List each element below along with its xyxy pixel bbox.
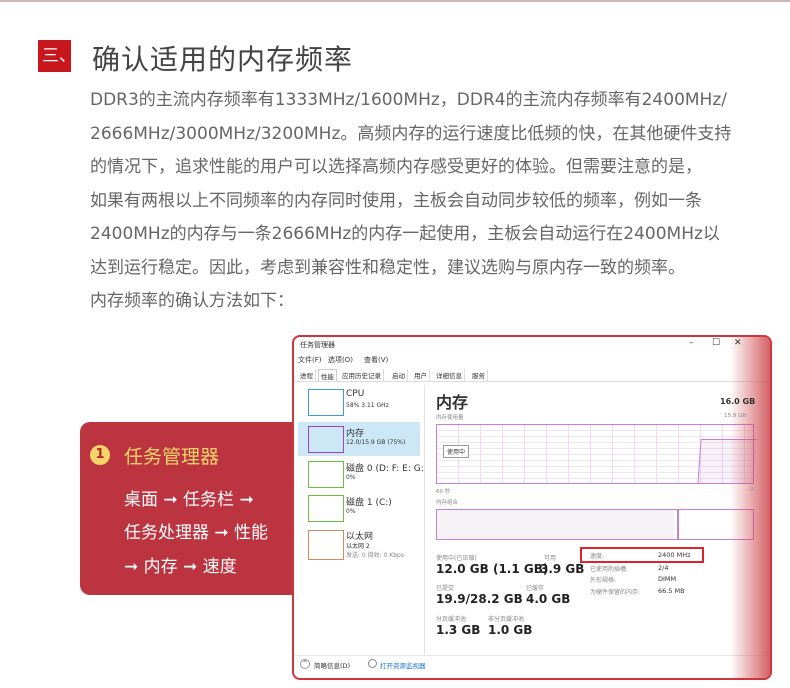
text-line: 2400MHz的内存与一条2666MHz的内存一起使用，主板会自动运行在2400… <box>90 224 720 244</box>
body-paragraph: DDR3的主流内存频率有1333MHz/1600MHz，DDR4的主流内存频率有… <box>90 84 790 319</box>
stat-value: 19.9/28.2 GB <box>436 592 523 606</box>
stat-label: 已提交 <box>436 585 455 592</box>
tab-users[interactable]: 用户 <box>412 369 430 381</box>
text-line: DDR3的主流内存频率有1333MHz/1600MHz，DDR4的主流内存频率有… <box>90 90 727 110</box>
detail-label: 为硬件保留的内存: <box>590 589 641 596</box>
tab-services[interactable]: 服务 <box>470 369 488 381</box>
cpu-thumbnail <box>308 389 344 416</box>
sidebar-sub: 发送: 0 接收: 0 Kbps <box>346 552 404 559</box>
detail-label: 外形规格: <box>590 577 617 584</box>
sidebar-sub: 0% <box>346 474 356 481</box>
ethernet-thumbnail <box>308 530 344 560</box>
step-line: 任务处理器 ➞ 性能 <box>124 523 269 543</box>
task-manager-window: 任务管理器 – ☐ ✕ 文件(F) 选项(O) 查看(V) 进程 性能 应用历史… <box>292 335 772 680</box>
text-line: 如果有两根以上不同频率的内存同时使用，主板会自动同步较低的频率，例如一条 <box>90 190 702 211</box>
stat-label: 非分页缓冲池 <box>488 616 525 623</box>
menu-file[interactable]: 文件(F) <box>298 355 322 365</box>
sidebar-label: 磁盘 0 (D: F: E: G: <box>346 464 424 474</box>
speed-value: 2400 MHz <box>658 551 691 559</box>
menu-options[interactable]: 选项(O) <box>328 355 353 365</box>
chevron-up-icon[interactable]: ^ <box>300 659 310 669</box>
tab-processes[interactable]: 进程 <box>298 369 316 381</box>
step-line: 桌面 ➞ 任务栏 ➞ <box>124 490 254 510</box>
memory-composition-bar <box>436 509 754 540</box>
window-title: 任务管理器 <box>300 341 335 349</box>
memory-heading: 内存 <box>436 393 469 412</box>
sidebar-sub: 0% <box>346 508 356 515</box>
graph-zero: 0 <box>750 487 754 493</box>
top-divider <box>0 0 790 2</box>
stat-value: 4.0 GB <box>526 592 571 606</box>
usage-fill <box>697 439 757 484</box>
time-label: 60 秒 <box>436 489 451 495</box>
sidebar-sub: 58% 3.11 GHz <box>346 402 389 409</box>
stat-value: 3.9 GB <box>540 562 585 576</box>
tab-performance[interactable]: 性能 <box>318 369 337 381</box>
sidebar-item-cpu[interactable]: CPU 58% 3.11 GHz <box>298 387 420 417</box>
memory-total: 16.0 GB <box>720 397 756 406</box>
fewer-details-button[interactable]: 简略信息(D) <box>314 660 350 670</box>
sidebar-item-disk0[interactable]: 磁盘 0 (D: F: E: G: 0% <box>298 458 424 490</box>
sidebar-label: 磁盘 1 (C:) <box>346 498 392 508</box>
sidebar-label: 内存 <box>346 429 365 439</box>
window-edge-fade <box>730 337 770 678</box>
step-line: ➞ 内存 ➞ 速度 <box>124 557 237 577</box>
detail-value: 66.5 MB <box>658 587 685 595</box>
disk-thumbnail <box>308 461 344 488</box>
sidebar-sub: 以太网 2 <box>346 543 370 550</box>
resource-monitor-icon <box>368 659 377 668</box>
tab-app-history[interactable]: 应用历史记录 <box>340 369 384 381</box>
stat-label: 使用中(已压缩) <box>436 555 477 562</box>
callout-title: 任务管理器 <box>124 446 220 468</box>
detail-label: 速度: <box>590 553 605 560</box>
usage-label: 内存使用量 <box>436 415 464 421</box>
close-button[interactable]: ✕ <box>734 338 742 348</box>
section-number: 三、 <box>38 40 76 72</box>
sidebar-item-disk1[interactable]: 磁盘 1 (C:) 0% <box>298 492 420 524</box>
sidebar-item-memory[interactable]: 内存 12.0/15.9 GB (75%) <box>298 422 420 456</box>
composition-label: 内存组合 <box>436 500 459 506</box>
step-number-badge: 1 <box>90 445 110 465</box>
menu-view[interactable]: 查看(V) <box>364 355 388 365</box>
tab-startup[interactable]: 启动 <box>390 369 408 381</box>
text-line: 2666MHz/3000MHz/3200MHz。高频内存的运行速度比低频的快，在… <box>90 123 732 144</box>
stat-label: 分页缓冲池 <box>436 616 467 623</box>
stat-label: 已缓存 <box>526 585 545 592</box>
usage-max: 15.9 GB <box>724 413 747 419</box>
minimize-button[interactable]: – <box>689 338 694 348</box>
memory-usage-graph: 使用中 <box>436 424 757 484</box>
detail-value: 2/4 <box>658 564 669 572</box>
text-line: 内存频率的确认方法如下： <box>90 291 294 311</box>
maximize-button[interactable]: ☐ <box>712 338 720 348</box>
memory-thumbnail <box>308 426 344 453</box>
detail-value: DIMM <box>658 575 677 583</box>
text-line: 的情况下，追求性能的用户可以选择高频内存感受更好的体验。但需要注意的是， <box>90 157 702 177</box>
sidebar-label: CPU <box>346 389 365 399</box>
open-resource-monitor-link[interactable]: 打开资源监视器 <box>380 660 426 670</box>
disk-thumbnail <box>308 495 344 522</box>
detail-label: 已使用的插槽: <box>590 566 629 573</box>
sidebar-sub: 12.0/15.9 GB (75%) <box>346 439 406 446</box>
section-title: 确认适用的内存频率 <box>92 43 354 76</box>
text-line: 达到运行稳定。因此，考虑到兼容性和稳定性，建议选购与原内存一致的频率。 <box>90 257 685 278</box>
stat-label: 可用 <box>544 555 557 562</box>
in-use-tag: 使用中 <box>443 445 470 458</box>
stat-value: 1.3 GB <box>436 623 481 637</box>
sidebar-item-ethernet[interactable]: 以太网 以太网 2 发送: 0 接收: 0 Kbps <box>298 527 420 563</box>
stat-value: 1.0 GB <box>488 623 533 637</box>
stat-value: 12.0 GB (1.1 GB) <box>436 562 549 576</box>
tab-details[interactable]: 详细信息 <box>434 369 465 381</box>
